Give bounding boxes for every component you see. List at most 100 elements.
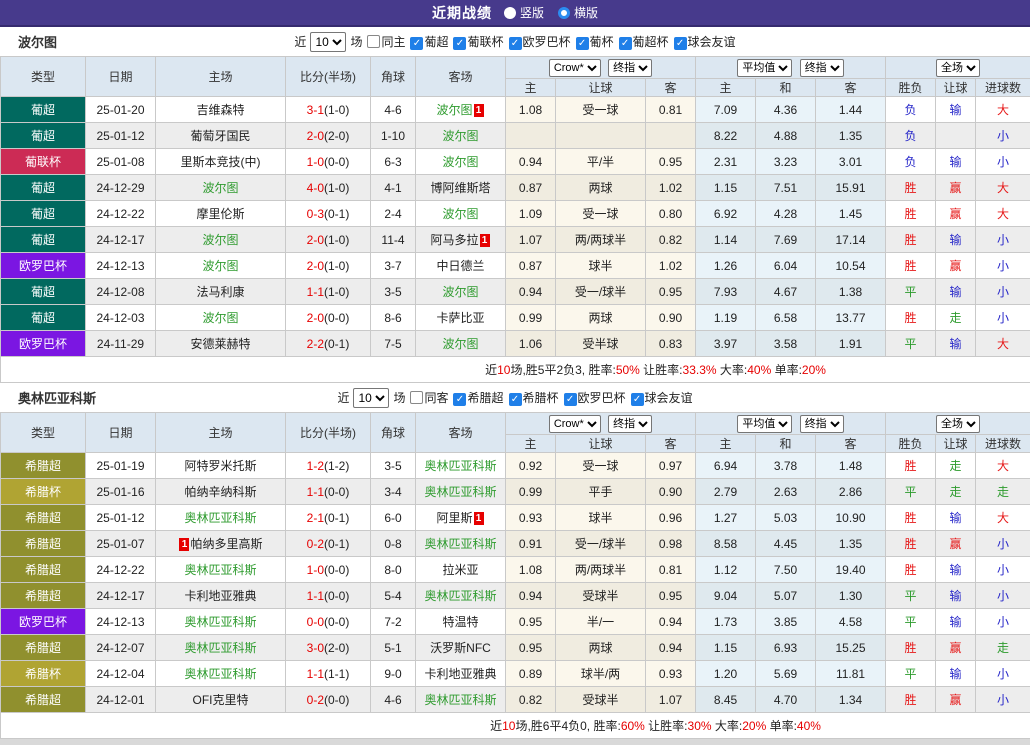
result-outcome-cell: 负 [886, 97, 936, 123]
games-count-select[interactable]: 10 [353, 388, 389, 408]
summary-segment: 让胜率: [645, 719, 688, 733]
full-match-group-header: 全场 [886, 57, 1030, 79]
result-label: 胜 [905, 259, 917, 273]
match-row: 希腊超24-12-22奥林匹亚科斯1-0(0-0)8-0拉米亚1.08两/两球半… [1, 557, 1030, 583]
odds-home-cell: 0.91 [506, 531, 556, 557]
col-header-home: 主场 [156, 413, 286, 453]
corner-cell: 11-4 [371, 227, 416, 253]
odds-away-cell: 0.81 [646, 97, 696, 123]
avg-away-cell: 17.14 [816, 227, 886, 253]
full-time-score: 1-0 [307, 155, 324, 169]
result-label: 大 [997, 337, 1009, 351]
league-cell: 希腊杯 [1, 661, 86, 687]
team-label: 波尔图 [442, 155, 478, 169]
league-checkbox[interactable]: ✓ [619, 37, 632, 50]
league-checkbox[interactable]: ✓ [576, 37, 589, 50]
league-checkbox[interactable]: ✓ [453, 37, 466, 50]
avg-draw-cell: 5.03 [756, 505, 816, 531]
result-label: 赢 [950, 693, 962, 707]
league-checkbox[interactable]: ✓ [631, 393, 644, 406]
away-team-cell: 博阿维斯塔 [416, 175, 506, 201]
odds-home-cell: 1.06 [506, 331, 556, 357]
match-row: 葡联杯25-01-08里斯本竞技(中)1-0(0-0)6-3波尔图0.94平/半… [1, 149, 1030, 175]
full-time-score: 1-1 [307, 667, 324, 681]
league-checkbox[interactable]: ✓ [410, 37, 423, 50]
radio-unselected-icon[interactable] [504, 7, 516, 19]
avg-time-select[interactable]: 终指 [800, 59, 844, 77]
half-time-score: (0-0) [324, 589, 349, 603]
league-checkbox[interactable]: ✓ [564, 393, 577, 406]
same-side-checkbox[interactable] [410, 391, 423, 404]
odds-provider-select[interactable]: Crow* [549, 415, 601, 433]
result-handicap-cell: 输 [936, 227, 976, 253]
corner-cell: 7-5 [371, 331, 416, 357]
half-time-score: (2-0) [324, 129, 349, 143]
score-cell: 1-1(0-0) [286, 479, 371, 505]
result-outcome-cell: 胜 [886, 201, 936, 227]
avg-select[interactable]: 平均值 [737, 59, 792, 77]
corner-cell: 3-7 [371, 253, 416, 279]
odds-home-cell: 1.08 [506, 97, 556, 123]
same-side-checkbox[interactable] [367, 35, 380, 48]
date-cell: 24-12-22 [86, 557, 156, 583]
match-row: 葡超24-12-29波尔图4-0(1-0)4-1博阿维斯塔0.87两球1.021… [1, 175, 1030, 201]
result-goals-cell: 大 [976, 97, 1030, 123]
full-time-score: 0-2 [307, 537, 324, 551]
avg-home-cell: 2.31 [696, 149, 756, 175]
league-cell: 希腊超 [1, 505, 86, 531]
league-checkbox-label: 葡超 [424, 35, 448, 49]
avg-draw-cell: 6.04 [756, 253, 816, 279]
result-outcome-cell: 平 [886, 479, 936, 505]
radio-selected-icon[interactable] [558, 7, 570, 19]
radio-horizontal-layout[interactable]: 横版 [558, 4, 598, 21]
odds-away-cell: 0.95 [646, 583, 696, 609]
summary-segment: 10 [502, 719, 515, 733]
score-cell: 0-3(0-1) [286, 201, 371, 227]
result-label: 平 [905, 589, 917, 603]
date-cell: 24-12-22 [86, 201, 156, 227]
result-label: 赢 [950, 641, 962, 655]
result-label: 赢 [950, 181, 962, 195]
handicap-cell: 受一/球半 [556, 279, 646, 305]
avg-time-select[interactable]: 终指 [800, 415, 844, 433]
odds-home-cell: 0.99 [506, 479, 556, 505]
handicap-cell: 球半/两 [556, 661, 646, 687]
summary-segment: 10 [497, 363, 510, 377]
full-match-select[interactable]: 全场 [936, 415, 980, 433]
avg-away-cell: 1.35 [816, 123, 886, 149]
team-label: 奥林匹亚科斯 [424, 485, 496, 499]
radio-vertical-layout[interactable]: 竖版 [504, 4, 544, 21]
odds-away-cell: 0.93 [646, 661, 696, 687]
odds-time-select[interactable]: 终指 [608, 59, 652, 77]
team-label: 奥林匹亚科斯 [424, 459, 496, 473]
avg-draw-cell: 3.23 [756, 149, 816, 175]
full-match-select[interactable]: 全场 [936, 59, 980, 77]
home-team-cell: 奥林匹亚科斯 [156, 557, 286, 583]
odds-provider-select[interactable]: Crow* [549, 59, 601, 77]
half-time-score: (1-1) [324, 667, 349, 681]
score-cell: 1-1(1-1) [286, 661, 371, 687]
red-card-icon: 1 [474, 512, 484, 525]
corner-cell: 8-6 [371, 305, 416, 331]
games-count-select[interactable]: 10 [310, 32, 346, 52]
result-label: 小 [997, 311, 1009, 325]
league-checkbox[interactable]: ✓ [453, 393, 466, 406]
league-checkbox[interactable]: ✓ [509, 37, 522, 50]
section-title-row: 奥林匹亚科斯 近 10 场 同客 ✓希腊超✓希腊杯✓欧罗巴杯✓球会友谊 [0, 383, 1030, 412]
score-cell: 3-0(2-0) [286, 635, 371, 661]
date-cell: 24-12-07 [86, 635, 156, 661]
avg-home-cell: 1.19 [696, 305, 756, 331]
odds-home-cell: 0.87 [506, 175, 556, 201]
result-outcome-cell: 平 [886, 609, 936, 635]
odds-time-select[interactable]: 终指 [608, 415, 652, 433]
odds-away-cell [646, 123, 696, 149]
league-checkbox[interactable]: ✓ [509, 393, 522, 406]
home-team-cell: 吉维森特 [156, 97, 286, 123]
result-outcome-cell: 胜 [886, 531, 936, 557]
team-label: 阿特罗米托斯 [184, 459, 256, 473]
result-label: 胜 [905, 311, 917, 325]
league-checkbox[interactable]: ✓ [674, 37, 687, 50]
corner-cell: 5-1 [371, 635, 416, 661]
home-team-cell: 波尔图 [156, 253, 286, 279]
avg-select[interactable]: 平均值 [737, 415, 792, 433]
